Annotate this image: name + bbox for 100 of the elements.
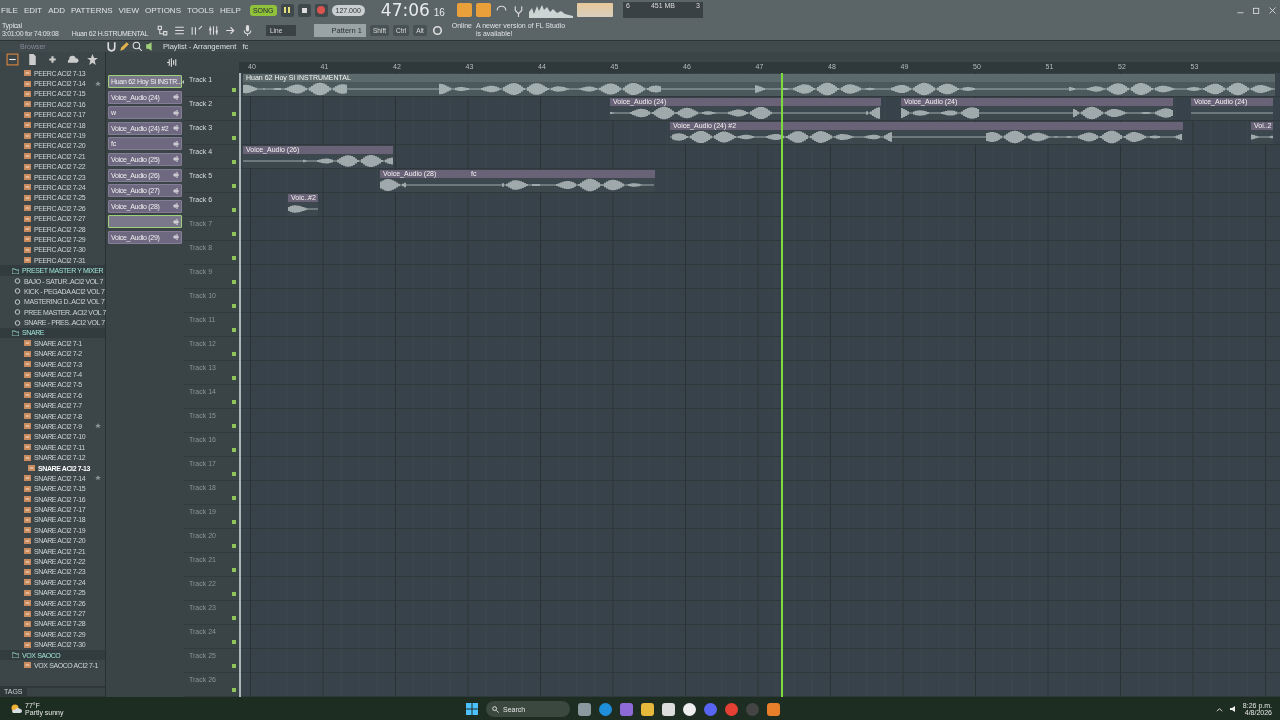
count-in-button[interactable] bbox=[475, 3, 491, 17]
track-led[interactable] bbox=[232, 112, 236, 116]
track-led[interactable] bbox=[232, 232, 236, 236]
audio-file-icon bbox=[24, 454, 31, 461]
waveform-icon[interactable] bbox=[166, 56, 179, 69]
track-led[interactable] bbox=[232, 592, 236, 596]
pause-button[interactable] bbox=[280, 3, 294, 17]
audio-file-icon bbox=[24, 537, 31, 544]
audio-file-icon bbox=[24, 568, 31, 575]
audio-file-icon bbox=[24, 142, 31, 149]
microphone-icon[interactable] bbox=[241, 23, 254, 37]
track-led[interactable] bbox=[232, 520, 236, 524]
song-time: 47:06 bbox=[380, 0, 430, 20]
track-led[interactable] bbox=[232, 544, 236, 548]
track-led[interactable] bbox=[232, 88, 236, 92]
audio-file-icon bbox=[24, 111, 31, 118]
menu-item[interactable]: PATTERNS bbox=[70, 5, 114, 15]
piano-roll-icon[interactable] bbox=[190, 23, 203, 37]
menu-item[interactable]: ADD bbox=[47, 5, 67, 15]
folder-icon[interactable] bbox=[641, 702, 654, 716]
stop-button[interactable] bbox=[297, 3, 311, 17]
track-led[interactable] bbox=[232, 664, 236, 668]
speaker-icon[interactable] bbox=[1228, 705, 1237, 713]
track-led[interactable] bbox=[232, 256, 236, 260]
waveform-drawing bbox=[288, 202, 318, 216]
audio-file-icon bbox=[24, 361, 31, 368]
audio-file-icon bbox=[24, 80, 31, 87]
playlist-icon[interactable] bbox=[156, 23, 169, 37]
audio-file-icon bbox=[24, 641, 31, 648]
clip-source[interactable] bbox=[108, 215, 182, 229]
pause-icon bbox=[284, 7, 290, 13]
volume-meter bbox=[576, 3, 613, 17]
windows-start-icon[interactable] bbox=[466, 703, 478, 715]
waveform-icon bbox=[173, 109, 179, 116]
audio-file-icon bbox=[24, 631, 31, 638]
waveform-icon bbox=[173, 218, 179, 225]
mixer-icon[interactable] bbox=[207, 23, 220, 37]
track-led[interactable] bbox=[232, 568, 236, 572]
app-icon[interactable] bbox=[683, 702, 696, 716]
audio-file-icon bbox=[28, 465, 35, 472]
audio-file-icon bbox=[24, 444, 31, 451]
audio-file-icon bbox=[24, 392, 31, 399]
audio-file-icon bbox=[24, 589, 31, 596]
audio-file-icon bbox=[24, 662, 31, 669]
plugin-icon[interactable] bbox=[6, 52, 20, 66]
track-led[interactable] bbox=[232, 328, 236, 332]
track-led[interactable] bbox=[232, 184, 236, 188]
audio-file-icon bbox=[24, 236, 31, 243]
tags-field[interactable] bbox=[26, 687, 105, 696]
track-led[interactable] bbox=[232, 472, 236, 476]
search-icon bbox=[492, 705, 499, 713]
menu-item[interactable]: HELP bbox=[218, 5, 242, 15]
track-led[interactable] bbox=[232, 616, 236, 620]
audio-file-icon bbox=[24, 527, 31, 534]
track-led[interactable] bbox=[232, 400, 236, 404]
audio-file-icon bbox=[24, 517, 31, 523]
menu-item[interactable]: FILE bbox=[0, 5, 19, 15]
track-led[interactable] bbox=[232, 208, 236, 212]
audio-file-icon bbox=[24, 423, 31, 430]
menu-item[interactable]: OPTIONS bbox=[143, 5, 182, 15]
audio-file-icon bbox=[24, 579, 31, 586]
track-led[interactable] bbox=[232, 304, 236, 308]
waveform-icon bbox=[173, 94, 179, 101]
zoom-icon[interactable] bbox=[131, 40, 144, 53]
track-led[interactable] bbox=[232, 496, 236, 500]
track-led[interactable] bbox=[232, 160, 236, 164]
magnet-icon[interactable] bbox=[105, 40, 118, 53]
audio-file-icon bbox=[24, 620, 31, 627]
close-icon[interactable] bbox=[1268, 5, 1277, 15]
audio-file-icon bbox=[24, 506, 31, 513]
star-icon[interactable] bbox=[85, 52, 99, 66]
audio-file-icon bbox=[24, 205, 31, 212]
menu-item[interactable]: VIEW bbox=[117, 5, 140, 15]
folder-icon bbox=[12, 329, 19, 336]
track-led[interactable] bbox=[232, 424, 236, 428]
audio-file-icon bbox=[24, 485, 31, 492]
audio-file-icon bbox=[24, 163, 31, 170]
audio-file-icon bbox=[24, 558, 31, 565]
track-led[interactable] bbox=[232, 376, 236, 380]
audio-file-icon bbox=[24, 246, 31, 253]
track-led[interactable] bbox=[232, 352, 236, 356]
track-led[interactable] bbox=[232, 136, 236, 140]
audio-file-icon bbox=[24, 122, 31, 129]
song-time-ticks: 16 bbox=[433, 7, 445, 18]
audio-file-icon bbox=[24, 174, 31, 181]
weather-icon[interactable] bbox=[10, 703, 22, 715]
audio-file-icon bbox=[24, 340, 31, 347]
audio-file-icon bbox=[24, 70, 31, 77]
restore-icon[interactable] bbox=[1252, 5, 1261, 15]
metronome-button[interactable] bbox=[456, 3, 472, 17]
waveform-icon bbox=[173, 234, 179, 241]
menu-item[interactable]: TOOLS bbox=[186, 5, 215, 15]
track-led[interactable] bbox=[232, 448, 236, 452]
track-led[interactable] bbox=[232, 280, 236, 284]
chevron-up-icon[interactable] bbox=[1215, 705, 1223, 713]
track-led[interactable] bbox=[232, 688, 236, 692]
audio-file-icon bbox=[24, 194, 31, 201]
menu-item[interactable]: EDIT bbox=[22, 5, 44, 15]
audio-file-icon bbox=[24, 101, 31, 108]
track-led[interactable] bbox=[232, 640, 236, 644]
